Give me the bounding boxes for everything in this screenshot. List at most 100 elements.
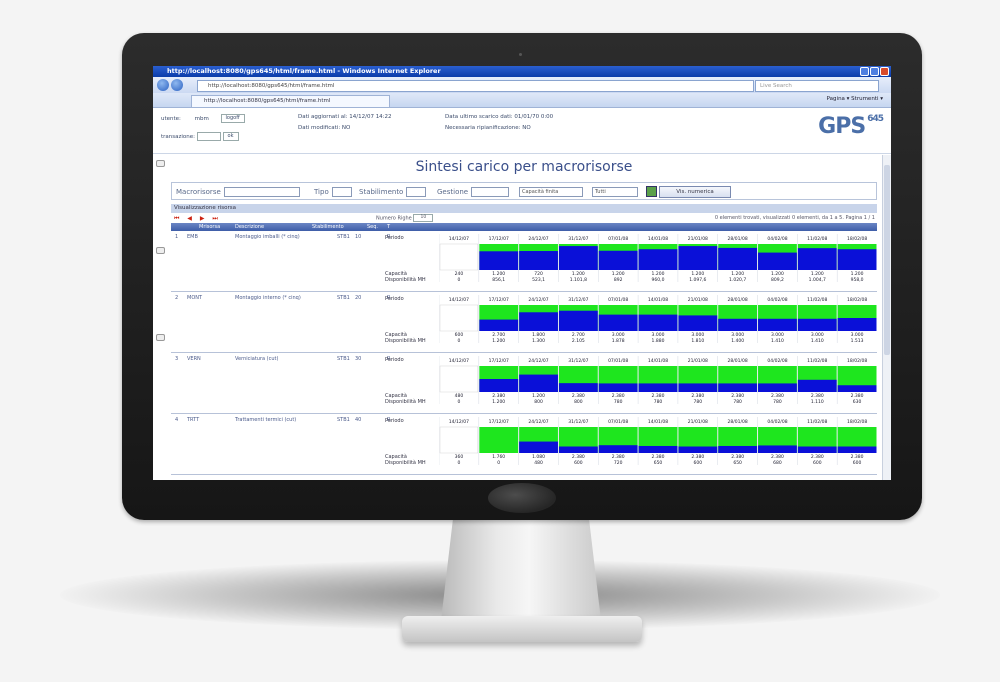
capacity-value: 3.000 bbox=[652, 332, 665, 338]
export-icon[interactable] bbox=[646, 186, 657, 197]
period-tick: 18/02/08 bbox=[847, 358, 867, 364]
capacity-value: 2.380 bbox=[851, 393, 864, 399]
load-bar bbox=[558, 246, 598, 270]
period-tick: 31/12/07 bbox=[568, 297, 588, 303]
collapse-icon[interactable] bbox=[156, 247, 165, 254]
availability-value: 1.410 bbox=[771, 338, 784, 344]
nav-buttons bbox=[157, 79, 183, 91]
numeric-view-button[interactable]: Vis. numerica bbox=[659, 186, 731, 198]
period-tick: 18/02/08 bbox=[847, 236, 867, 242]
camera-icon bbox=[519, 41, 529, 75]
period-tick: 07/01/08 bbox=[608, 236, 628, 242]
capacity-value: 2.380 bbox=[492, 393, 505, 399]
table-row[interactable]: 2 MONT Montaggio interno (* cinq) STB1 20 R Pe… bbox=[171, 292, 877, 353]
period-tick: 04/02/08 bbox=[767, 297, 787, 303]
rows-per-page-input[interactable]: 10 bbox=[413, 214, 434, 222]
load-chart-svg: 14/12/07360017/12/071.760024/12/071.0804… bbox=[439, 417, 877, 466]
all-select[interactable]: Tutti bbox=[592, 187, 638, 197]
availability-value: 600 bbox=[694, 460, 703, 466]
load-bar bbox=[837, 249, 877, 270]
load-bar bbox=[519, 251, 558, 270]
period-tick: 24/12/07 bbox=[528, 297, 548, 303]
vertical-scrollbar[interactable] bbox=[882, 155, 891, 480]
availability-value: 523,1 bbox=[532, 277, 545, 283]
row-description: Montaggio interno (* cinq) bbox=[235, 295, 301, 301]
stabilimento-input[interactable] bbox=[406, 187, 427, 197]
load-bar bbox=[638, 249, 678, 270]
maximize-button[interactable] bbox=[870, 67, 879, 76]
transaction-input[interactable] bbox=[196, 132, 221, 141]
period-label: Periodo bbox=[385, 357, 404, 363]
load-bar bbox=[797, 379, 837, 392]
collapse-icon[interactable] bbox=[156, 334, 165, 341]
empty-bar bbox=[439, 426, 479, 454]
capacity-value: 2.380 bbox=[771, 454, 784, 460]
col-stabilimento[interactable]: Stabilimento bbox=[312, 223, 344, 231]
collapse-icon[interactable] bbox=[156, 160, 165, 167]
row-code: EMB bbox=[187, 234, 198, 240]
scrollbar-thumb[interactable] bbox=[884, 165, 890, 355]
col-seq[interactable]: Seq. bbox=[367, 223, 378, 231]
macrorisorsa-input[interactable] bbox=[223, 187, 300, 197]
forward-icon[interactable] bbox=[171, 79, 183, 91]
logout-button[interactable]: logoff bbox=[220, 114, 245, 123]
last-download-text: Data ultimo scarico dati: 01/01/70 0:00 bbox=[445, 114, 554, 120]
period-tick: 17/12/07 bbox=[489, 236, 509, 242]
load-bar bbox=[598, 314, 638, 331]
period-tick: 11/02/08 bbox=[807, 358, 827, 364]
browser-tab[interactable]: http://localhost:8080/gps645/html/frame.… bbox=[191, 95, 390, 107]
availability-value: 780 bbox=[654, 399, 663, 405]
user-label: utente: bbox=[161, 116, 181, 122]
period-tick: 04/02/08 bbox=[767, 236, 787, 242]
transaction-label: transazione: bbox=[161, 134, 196, 140]
back-icon[interactable] bbox=[157, 79, 169, 91]
row-seq: 40 bbox=[355, 417, 362, 423]
address-bar: http://localhost:8080/gps645/html/frame.… bbox=[153, 77, 891, 93]
row-number: 2 bbox=[175, 295, 179, 301]
col-descrizione[interactable]: Descrizione bbox=[235, 223, 264, 231]
col-tipo[interactable]: T bbox=[387, 223, 390, 231]
capacity-value: 2.380 bbox=[572, 454, 585, 460]
load-bar bbox=[758, 252, 797, 270]
capacity-value: 3.000 bbox=[731, 332, 744, 338]
load-bar bbox=[678, 315, 718, 331]
capacity-bar bbox=[479, 427, 519, 453]
availability-label: Disponibilità MH bbox=[385, 338, 426, 344]
minimize-button[interactable] bbox=[860, 67, 869, 76]
period-label: Periodo bbox=[385, 296, 404, 302]
monitor-logo bbox=[488, 483, 556, 513]
availability-value: 1.880 bbox=[652, 338, 665, 344]
availability-value: 1.200 bbox=[492, 338, 505, 344]
transaction-ok-button[interactable]: ok bbox=[222, 132, 239, 141]
capacity-value: 3.000 bbox=[771, 332, 784, 338]
period-tick: 31/12/07 bbox=[568, 419, 588, 425]
search-input[interactable]: Live Search bbox=[755, 80, 879, 92]
data-updated-text: Dati aggiornati al: 14/12/07 14:22 bbox=[298, 114, 392, 120]
url-input[interactable]: http://localhost:8080/gps645/html/frame.… bbox=[197, 80, 754, 92]
close-button[interactable] bbox=[880, 67, 889, 76]
command-bar[interactable]: Pagina ▾ Strumenti ▾ bbox=[827, 96, 883, 102]
monitor-stand-base bbox=[402, 616, 642, 642]
load-bar bbox=[758, 383, 797, 392]
load-chart-svg: 14/12/07600017/12/072.7001.20024/12/071.… bbox=[439, 295, 877, 344]
table-row[interactable]: 3 VERN Verniciatura (cut) STB1 30 R Periodo Cap… bbox=[171, 353, 877, 414]
capacity-select[interactable]: Capacità finita bbox=[519, 187, 583, 197]
capacity-value: 480 bbox=[455, 393, 464, 399]
gestione-select[interactable] bbox=[471, 187, 510, 197]
load-bar bbox=[519, 312, 558, 331]
tipo-input[interactable] bbox=[331, 187, 352, 197]
availability-value: 800 bbox=[574, 399, 583, 405]
table-row[interactable]: 1 EMB Montaggio imballi (* cinq) STB1 10 R Per… bbox=[171, 231, 877, 292]
load-bar bbox=[479, 319, 519, 331]
period-tick: 07/01/08 bbox=[608, 297, 628, 303]
table-row[interactable]: 4 TRTT Trattamenti termici (cut) STB1 40 R Per… bbox=[171, 414, 877, 475]
availability-value: 958,0 bbox=[851, 277, 864, 283]
app-content: utente: mbm logoff transazione: ok Dati … bbox=[153, 108, 891, 480]
pager-arrows[interactable]: ⏮ ◀ ▶ ⏭ bbox=[174, 215, 221, 223]
tab-bar: http://localhost:8080/gps645/html/frame.… bbox=[153, 93, 891, 108]
col-mrisorsa[interactable]: Mrisorsa bbox=[199, 223, 220, 231]
load-bar bbox=[678, 446, 718, 453]
load-chart: 14/12/07 360 0 17/12/07 1.760 0 24/12/07 1.080 4… bbox=[439, 417, 877, 471]
capacity-value: 3.000 bbox=[811, 332, 824, 338]
capacity-value: 1.200 bbox=[612, 271, 625, 277]
